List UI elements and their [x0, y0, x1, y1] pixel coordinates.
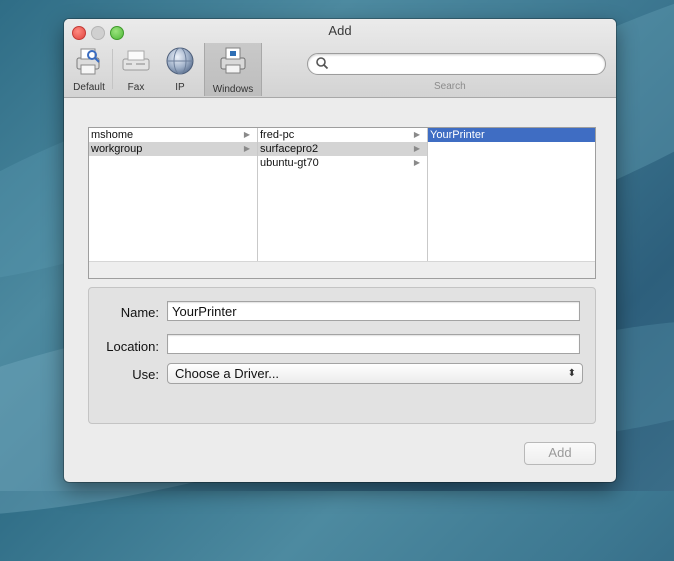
- windows-printer-icon: [220, 47, 246, 74]
- list-item-label: YourPrinter: [430, 129, 485, 141]
- list-item[interactable]: workgroup ▶: [89, 142, 257, 156]
- list-item[interactable]: YourPrinter: [428, 128, 595, 142]
- browser-column-domain: mshome ▶ workgroup ▶: [89, 128, 258, 261]
- add-printer-window: Add Default Fax IP Windows Search mshome…: [64, 19, 616, 482]
- list-item[interactable]: mshome ▶: [89, 128, 257, 142]
- list-item[interactable]: fred-pc ▶: [258, 128, 427, 142]
- add-button[interactable]: Add: [524, 442, 596, 465]
- location-label: Location:: [106, 339, 159, 354]
- list-item[interactable]: surfacepro2 ▶: [258, 142, 427, 156]
- toolbar-default-button[interactable]: Default: [66, 44, 112, 94]
- driver-select[interactable]: Choose a Driver... ⬍: [167, 363, 583, 384]
- toolbar-fax-button[interactable]: Fax: [116, 44, 156, 94]
- printer-details-form: Name: YourPrinter Location: Use: Choose …: [88, 287, 596, 424]
- chevron-right-icon: ▶: [413, 158, 420, 167]
- list-item[interactable]: ubuntu-gt70 ▶: [258, 156, 427, 170]
- chevron-right-icon: ▶: [413, 144, 420, 153]
- chevron-right-icon: ▶: [243, 130, 250, 139]
- titlebar: Add Default Fax IP Windows Search: [64, 19, 616, 98]
- list-item-label: surfacepro2: [260, 143, 319, 155]
- toolbar-default-label: Default: [73, 82, 105, 93]
- window-title: Add: [328, 23, 352, 38]
- browser-column-computers: fred-pc ▶ surfacepro2 ▶ ubuntu-gt70 ▶: [258, 128, 428, 261]
- printer-magnifier-icon: [76, 48, 100, 75]
- toolbar-windows-button[interactable]: Windows: [204, 43, 262, 96]
- globe-icon: [166, 47, 194, 75]
- list-item-label: mshome: [91, 129, 134, 141]
- list-item-label: workgroup: [91, 143, 143, 155]
- search-icon: [316, 57, 329, 70]
- location-field[interactable]: [167, 334, 580, 354]
- toolbar-fax-label: Fax: [127, 82, 145, 93]
- toolbar-separator: [112, 49, 113, 89]
- name-field[interactable]: YourPrinter: [167, 301, 580, 321]
- list-item-label: ubuntu-gt70: [260, 157, 319, 169]
- name-label: Name:: [120, 305, 159, 320]
- toolbar-ip-button[interactable]: IP: [160, 44, 200, 94]
- chevron-right-icon: ▶: [243, 144, 250, 153]
- fax-icon: [122, 50, 150, 71]
- updown-arrows-icon: ⬍: [567, 368, 576, 379]
- use-label: Use:: [132, 367, 159, 382]
- horizontal-scrollbar[interactable]: [89, 261, 595, 278]
- search-field[interactable]: [307, 53, 606, 75]
- printer-browser: mshome ▶ workgroup ▶ fred-pc ▶ surfacepr…: [88, 127, 596, 279]
- list-item-label: fred-pc: [260, 129, 295, 141]
- search-label: Search: [434, 81, 466, 92]
- toolbar-windows-label: Windows: [212, 84, 254, 95]
- toolbar-ip-label: IP: [175, 82, 185, 93]
- browser-column-printers: YourPrinter: [428, 128, 595, 261]
- driver-select-value: Choose a Driver...: [175, 366, 280, 381]
- chevron-right-icon: ▶: [413, 130, 420, 139]
